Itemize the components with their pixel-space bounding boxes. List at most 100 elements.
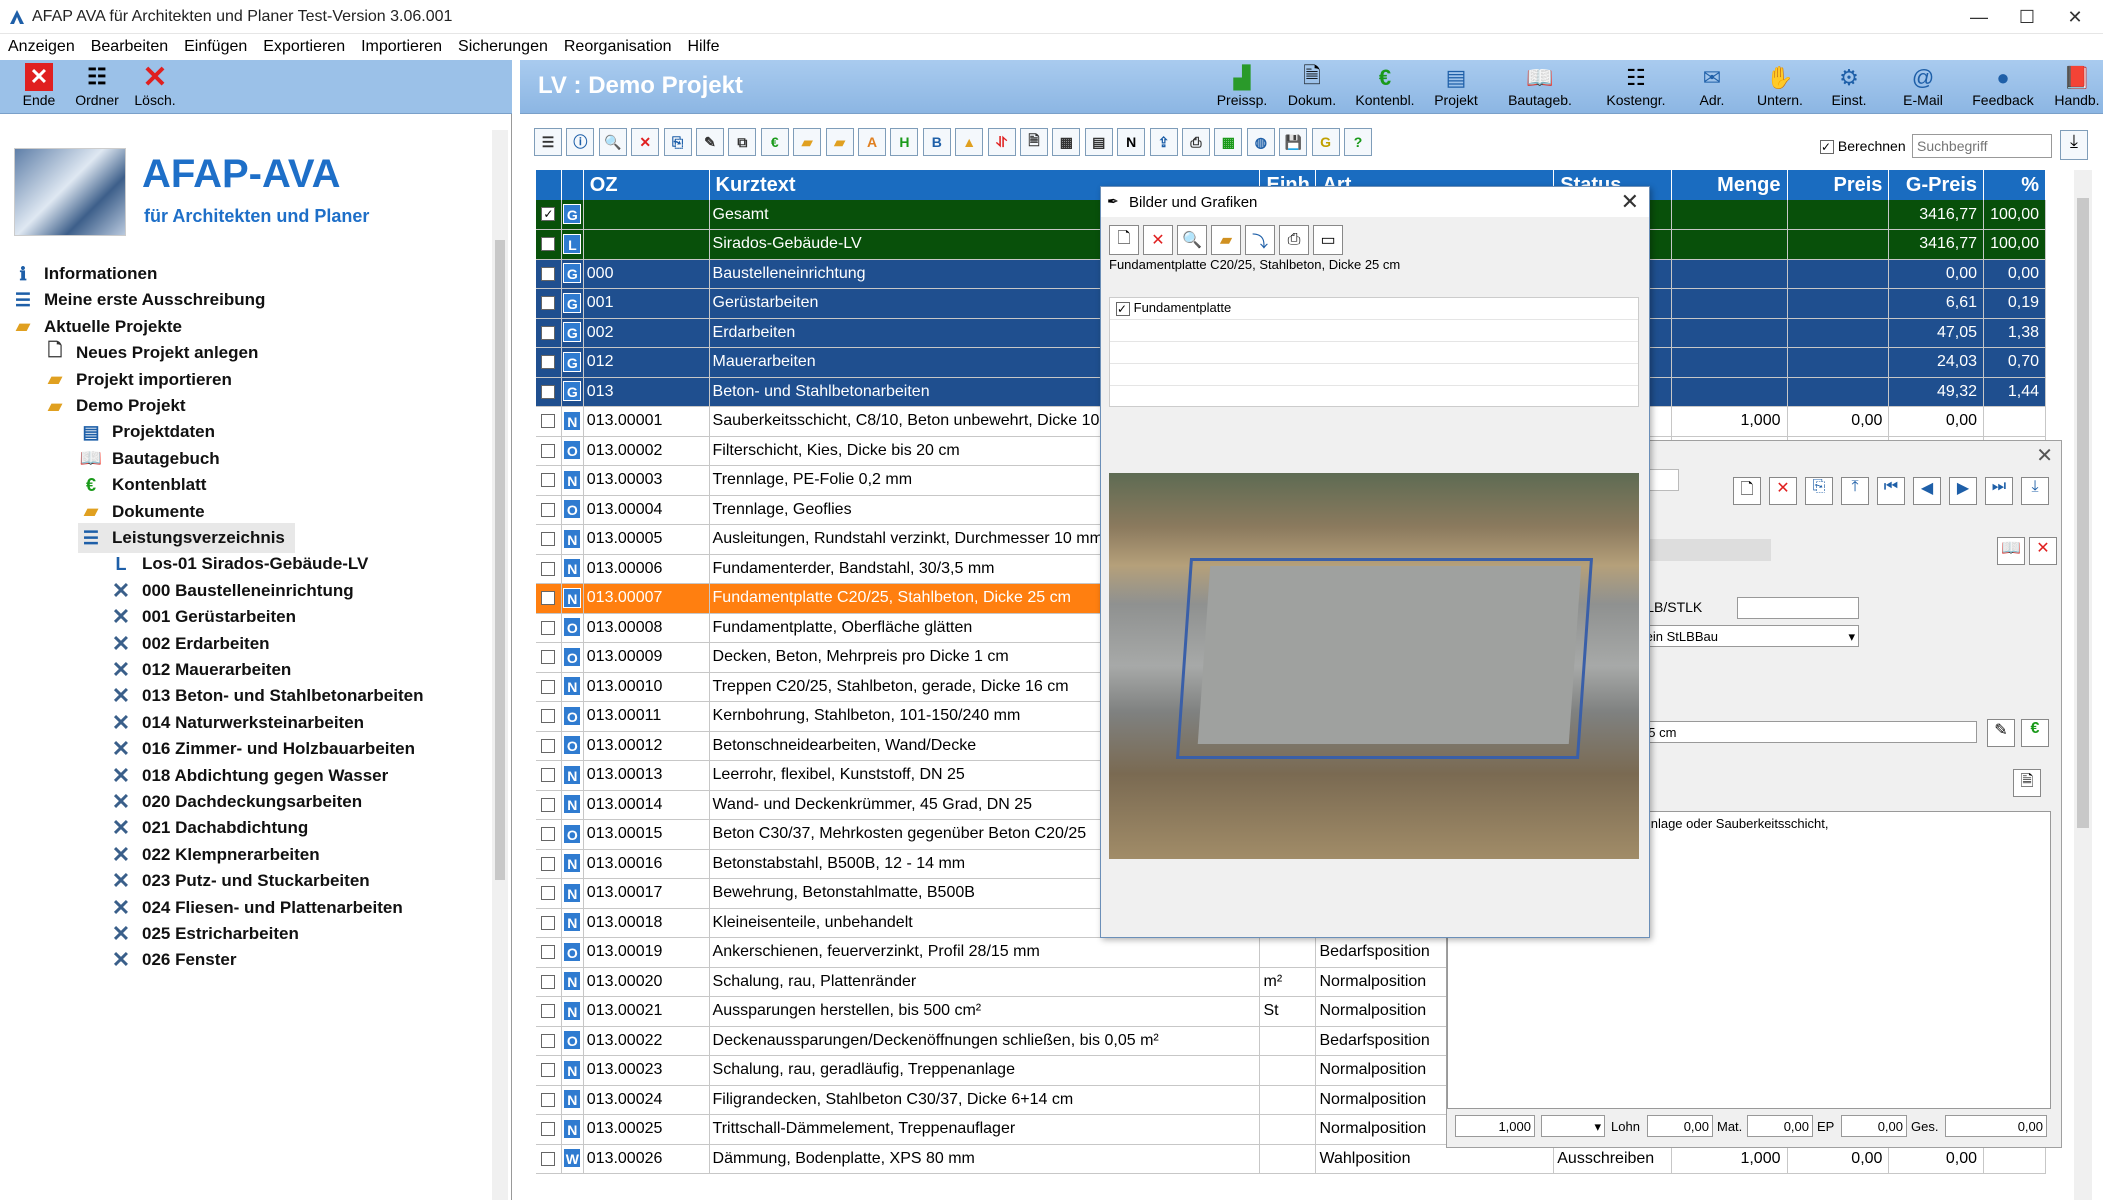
- checkbox-icon[interactable]: [541, 1004, 556, 1019]
- print-button[interactable]: ⎙: [1182, 128, 1210, 156]
- oz-cell[interactable]: [583, 200, 710, 230]
- dialog-close-button[interactable]: ✕: [1621, 189, 1639, 215]
- row-checkbox-cell[interactable]: [536, 849, 562, 879]
- skip-back-icon[interactable]: ⏮: [1877, 477, 1905, 505]
- menu-sicherungen[interactable]: Sicherungen: [450, 34, 556, 60]
- book-icon[interactable]: 📖: [1997, 537, 2025, 565]
- row-checkbox-cell[interactable]: [536, 731, 562, 761]
- menu-bearbeiten[interactable]: Bearbeiten: [83, 34, 176, 60]
- dokumente-button[interactable]: 🗎 Dokum.: [1282, 63, 1342, 108]
- tree-item[interactable]: ✕ 026 Fenster: [108, 945, 237, 975]
- copy-button[interactable]: ⎘: [663, 128, 692, 156]
- mat-field[interactable]: 0,00: [1747, 1115, 1813, 1137]
- preis-cell[interactable]: 0,00: [1787, 406, 1890, 437]
- row-checkbox-cell[interactable]: [536, 701, 562, 732]
- row-checkbox-cell[interactable]: [536, 347, 562, 378]
- globe-button[interactable]: ◍: [1246, 128, 1275, 156]
- prozent-cell[interactable]: 100,00: [1983, 229, 2046, 260]
- handbuch-button[interactable]: 📕 Handb.: [2052, 64, 2102, 108]
- menu-importieren[interactable]: Importieren: [353, 34, 450, 60]
- lv-scrollbar[interactable]: [2074, 170, 2092, 1200]
- menu-reorganisation[interactable]: Reorganisation: [556, 34, 680, 60]
- stlb-select[interactable]: Kein StLBBau ▾: [1633, 625, 1859, 647]
- gpreis-cell[interactable]: 0,00: [1888, 1144, 1985, 1174]
- delete-button[interactable]: ✕ Lösch.: [128, 61, 182, 112]
- col-header-cb[interactable]: [536, 170, 562, 200]
- row-checkbox-cell[interactable]: [536, 259, 562, 289]
- checkbox-icon[interactable]: [541, 384, 556, 399]
- gaeb-button[interactable]: G: [1311, 128, 1340, 156]
- row-checkbox-cell[interactable]: [536, 1026, 562, 1056]
- row-checkbox-cell[interactable]: [536, 1085, 562, 1115]
- oz-cell[interactable]: 013.00024: [583, 1085, 710, 1115]
- kurztext-cell[interactable]: Filigrandecken, Stahlbeton C30/37, Dicke…: [709, 1085, 1261, 1115]
- oz-cell[interactable]: 001: [583, 288, 710, 319]
- last-record-icon[interactable]: ⤓: [2021, 477, 2049, 505]
- kurztext-cell[interactable]: Aussparungen herstellen, bis 500 cm²: [709, 996, 1261, 1027]
- prozent-cell[interactable]: 100,00: [1983, 200, 2046, 230]
- checkbox-icon[interactable]: [541, 266, 556, 281]
- row-checkbox-cell[interactable]: [536, 908, 562, 938]
- checkbox-icon[interactable]: [541, 1063, 556, 1078]
- checkbox-icon[interactable]: [541, 1151, 556, 1166]
- maximize-button[interactable]: ☐: [2004, 0, 2050, 34]
- oz-cell[interactable]: 013.00022: [583, 1026, 710, 1056]
- oz-cell[interactable]: 013.00010: [583, 672, 710, 702]
- dialog-new-button[interactable]: 🗋: [1109, 225, 1139, 255]
- row-checkbox-cell[interactable]: [536, 524, 562, 555]
- checkbox-icon[interactable]: [541, 296, 556, 311]
- warning-button[interactable]: ▲: [955, 128, 984, 156]
- oz-cell[interactable]: 013.00008: [583, 613, 710, 643]
- preis-cell[interactable]: [1787, 200, 1890, 230]
- image-list-item-empty[interactable]: [1110, 364, 1638, 386]
- oz-cell[interactable]: 013.00011: [583, 701, 710, 732]
- folders-button[interactable]: ▰: [825, 128, 854, 156]
- checkbox-icon[interactable]: [541, 797, 556, 812]
- row-checkbox-cell[interactable]: [536, 229, 562, 260]
- calc-button[interactable]: ▦: [1052, 128, 1081, 156]
- menge-cell[interactable]: [1671, 347, 1788, 378]
- feedback-button[interactable]: ● Feedback: [1968, 64, 2038, 108]
- prozent-cell[interactable]: [1983, 1144, 2046, 1174]
- bautagebuch-button[interactable]: 📖 Bautageb.: [1504, 64, 1576, 108]
- checkbox-icon[interactable]: [541, 738, 556, 753]
- dialog-import-button[interactable]: ⤵: [1245, 225, 1275, 255]
- checkbox-icon[interactable]: [541, 414, 556, 429]
- oz-cell[interactable]: 013.00020: [583, 967, 710, 997]
- checkbox-icon[interactable]: [541, 237, 556, 252]
- gpreis-cell[interactable]: 24,03: [1888, 347, 1985, 378]
- edit-button[interactable]: ✎: [696, 128, 724, 156]
- checkbox-icon[interactable]: [541, 709, 556, 724]
- adressen-button[interactable]: ✉ Adr.: [1688, 64, 1736, 108]
- dialog-view-button[interactable]: ▭: [1313, 225, 1343, 255]
- row-checkbox-cell[interactable]: [536, 613, 562, 643]
- split-button[interactable]: ⥯: [987, 128, 1016, 156]
- minimize-button[interactable]: —: [1956, 0, 2002, 34]
- checkbox-icon[interactable]: [541, 679, 556, 694]
- row-checkbox-cell[interactable]: [536, 878, 562, 909]
- gpreis-cell[interactable]: 3416,77: [1888, 229, 1985, 260]
- menge-cell[interactable]: [1671, 259, 1788, 289]
- row-checkbox-cell[interactable]: [536, 819, 562, 850]
- oz-cell[interactable]: 013.00026: [583, 1144, 710, 1174]
- menge-cell[interactable]: [1671, 200, 1788, 230]
- oz-cell[interactable]: 013.00013: [583, 760, 710, 791]
- folder-button[interactable]: ☷ Ordner: [70, 62, 124, 112]
- menge-cell[interactable]: 1,000: [1671, 406, 1788, 437]
- menu-anzeigen[interactable]: Anzeigen: [0, 34, 83, 60]
- prozent-cell[interactable]: [1983, 406, 2046, 437]
- preis-cell[interactable]: [1787, 229, 1890, 260]
- lohn-field[interactable]: 0,00: [1647, 1115, 1713, 1137]
- preis-cell[interactable]: [1787, 377, 1890, 407]
- checkbox-icon[interactable]: [541, 443, 556, 458]
- oz-cell[interactable]: 013.00016: [583, 849, 710, 879]
- oz-cell[interactable]: [583, 229, 710, 260]
- berechnen-checkbox[interactable]: ✓ Berechnen: [1820, 138, 1906, 155]
- oz-cell[interactable]: 013.00009: [583, 642, 710, 673]
- search-go-button[interactable]: ⤓: [2060, 130, 2088, 160]
- menge-field[interactable]: 1,000: [1455, 1115, 1535, 1137]
- row-checkbox-cell[interactable]: [536, 760, 562, 791]
- art-cell[interactable]: Wahlposition: [1315, 1144, 1555, 1174]
- checkbox-icon[interactable]: [541, 591, 556, 606]
- dialog-search-button[interactable]: 🔍: [1177, 225, 1207, 255]
